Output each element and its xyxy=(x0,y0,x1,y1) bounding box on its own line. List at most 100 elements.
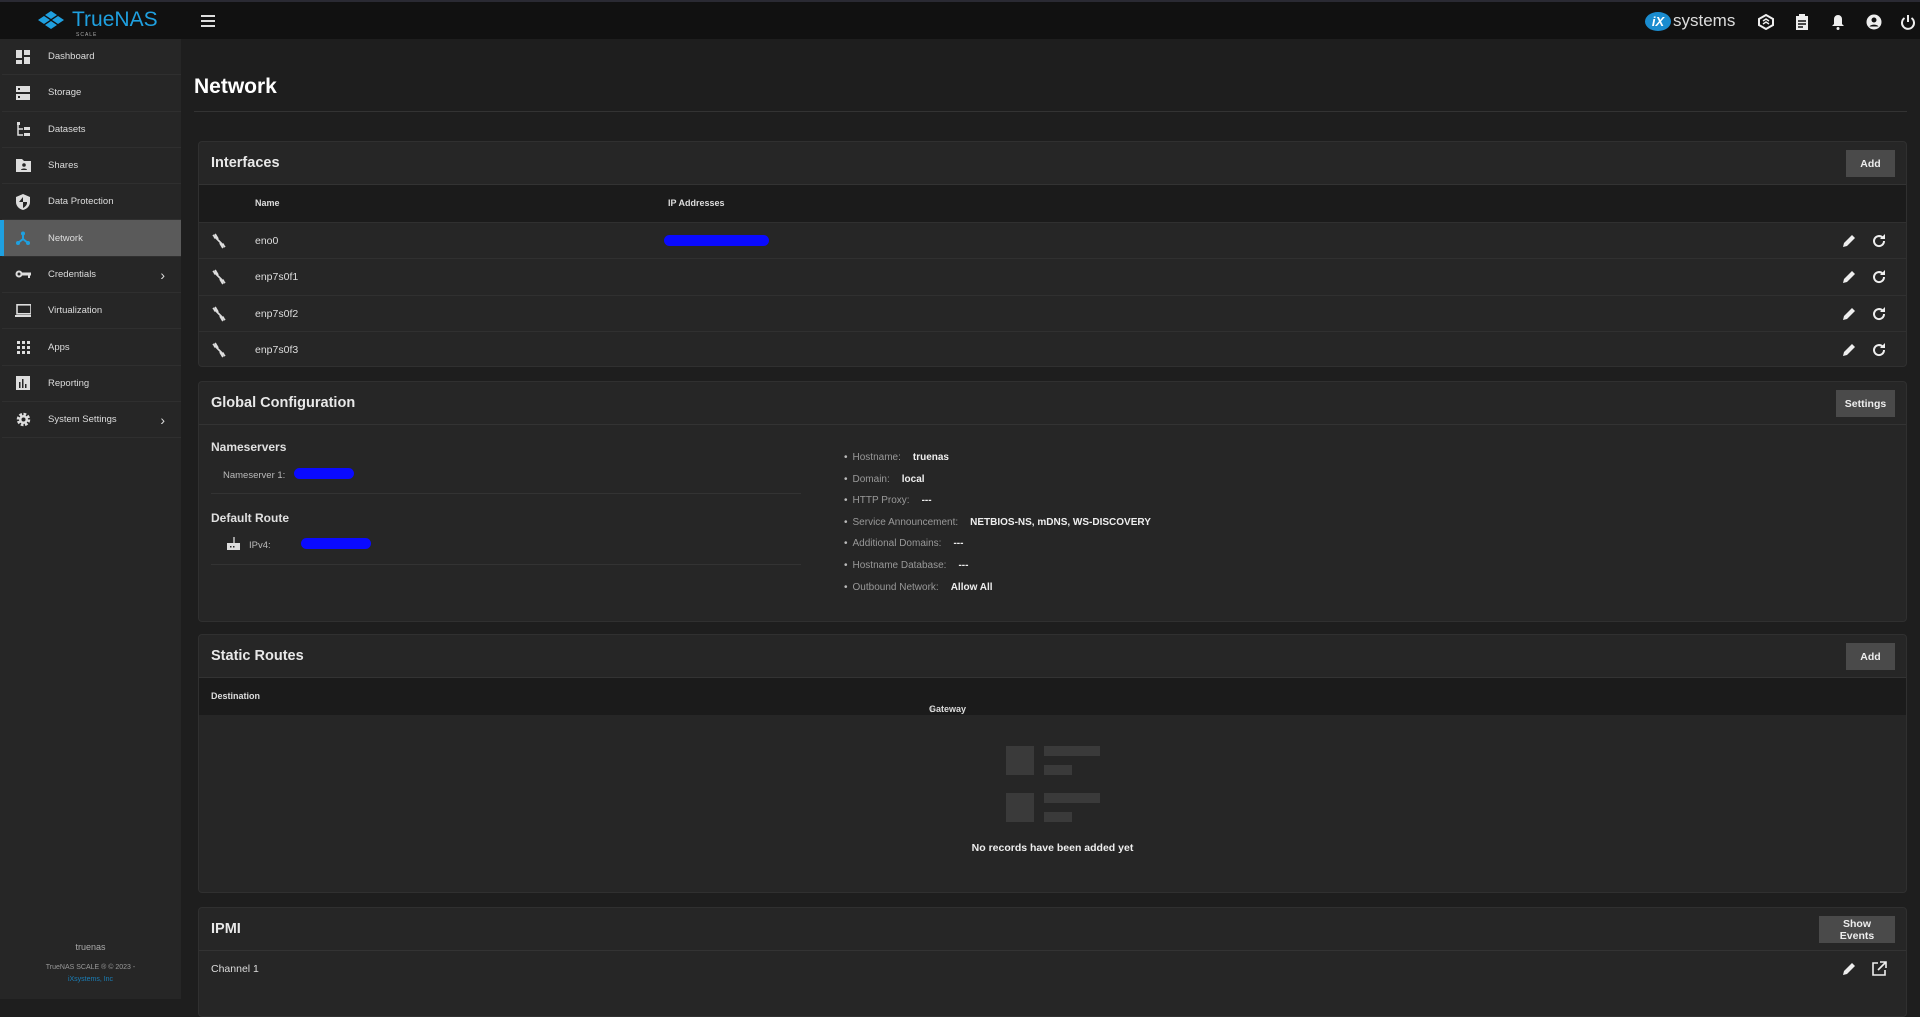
edit-pencil-icon[interactable] xyxy=(1841,269,1857,285)
menu-toggle-icon[interactable] xyxy=(201,15,215,27)
sidebar-item-label: Dashboard xyxy=(48,51,95,63)
table-row: enp7s0f2 xyxy=(199,294,1906,331)
apps-grid-icon xyxy=(15,339,31,355)
detail-key: Additional Domains: xyxy=(844,538,942,549)
chevron-right-icon: › xyxy=(160,411,165,428)
static-routes-card: Static Routes Add Destination Gateway ↓ … xyxy=(198,634,1907,893)
sidebar-copyright: TrueNAS SCALE ® © 2023 - xyxy=(45,964,136,971)
sidebar-item-credentials[interactable]: Credentials › xyxy=(2,257,181,294)
ipmi-card: IPMI Show Events Channel 1 xyxy=(198,907,1907,1017)
global-configuration-card: Global Configuration Settings Nameserver… xyxy=(198,381,1907,622)
interface-name: eno0 xyxy=(255,235,279,247)
sidebar-item-label: Apps xyxy=(48,341,70,353)
column-name[interactable]: Name xyxy=(255,198,280,208)
router-icon xyxy=(227,537,240,550)
config-detail-item: HTTP Proxy: --- xyxy=(844,495,932,506)
refresh-icon[interactable] xyxy=(1871,269,1887,285)
ipmi-title: IPMI xyxy=(211,921,241,937)
sidebar-item-virtualization[interactable]: Virtualization xyxy=(2,293,181,330)
edit-pencil-icon[interactable] xyxy=(1841,961,1857,977)
table-row: eno0 xyxy=(199,222,1906,258)
open-external-icon[interactable] xyxy=(1871,961,1887,977)
table-row: enp7s0f1 xyxy=(199,258,1906,294)
sidebar-item-label: Virtualization xyxy=(48,305,103,317)
gear-icon xyxy=(15,412,31,428)
link-off-icon xyxy=(212,269,226,285)
link-off-icon xyxy=(212,233,226,249)
sidebar-item-storage[interactable]: Storage xyxy=(2,75,181,112)
table-row: enp7s0f3 xyxy=(199,330,1906,366)
detail-value: Allow All xyxy=(950,581,993,593)
config-detail-item: Hostname Database: --- xyxy=(844,560,969,571)
config-detail-item: Domain: local xyxy=(844,474,925,485)
page-title: Network xyxy=(194,75,277,98)
gateway-label: Gateway xyxy=(929,704,967,714)
column-destination[interactable]: Destination xyxy=(211,691,260,701)
truecommand-icon[interactable] xyxy=(1756,12,1776,32)
sidebar-item-label: Network xyxy=(48,232,83,244)
link-off-icon xyxy=(212,342,226,358)
sidebar-item-shares[interactable]: Shares xyxy=(2,148,181,185)
title-divider xyxy=(194,111,1907,112)
ixsystems-link[interactable]: iXsystems, Inc xyxy=(0,976,181,983)
storage-icon xyxy=(15,85,31,101)
power-icon[interactable] xyxy=(1898,12,1918,32)
sidebar-item-apps[interactable]: Apps xyxy=(2,329,181,366)
refresh-icon[interactable] xyxy=(1871,233,1887,249)
sidebar-item-label: Data Protection xyxy=(48,196,114,208)
brand-name: TrueNAS xyxy=(72,8,158,31)
sidebar-item-label: Reporting xyxy=(48,377,90,389)
interfaces-table-header: Name IP Addresses xyxy=(199,185,1906,222)
sidebar-hostname: truenas xyxy=(75,942,106,952)
ipmi-channel-name: Channel 1 xyxy=(211,963,259,975)
interface-name: enp7s0f1 xyxy=(255,271,299,284)
account-circle-icon[interactable] xyxy=(1864,12,1884,32)
config-detail-item: Service Announcement: NETBIOS-NS, mDNS, W… xyxy=(844,517,1151,528)
refresh-icon[interactable] xyxy=(1871,306,1887,322)
settings-button[interactable]: Settings xyxy=(1836,390,1895,417)
config-detail-item: Hostname: truenas xyxy=(844,452,949,463)
sidebar-item-data-protection[interactable]: Data Protection xyxy=(2,184,181,221)
ipv4-label: IPv4: xyxy=(249,540,271,551)
add-interface-button[interactable]: Add xyxy=(1846,150,1895,177)
bell-icon[interactable] xyxy=(1828,12,1848,32)
shares-icon xyxy=(15,158,31,174)
sidebar-item-label: Datasets xyxy=(48,123,86,135)
detail-key: Service Announcement: xyxy=(844,517,959,528)
dashboard-icon xyxy=(15,49,31,65)
detail-value: NETBIOS-NS, mDNS, WS-DISCOVERY xyxy=(970,516,1151,528)
redacted-nameserver xyxy=(294,468,354,479)
refresh-icon[interactable] xyxy=(1871,342,1887,358)
redacted-ipv4 xyxy=(301,538,371,549)
sidebar-item-network[interactable]: Network xyxy=(0,220,181,257)
show-events-button[interactable]: Show Events xyxy=(1819,916,1895,943)
sidebar-item-reporting[interactable]: Reporting xyxy=(2,366,181,402)
config-detail-item: Additional Domains: --- xyxy=(844,538,964,550)
chevron-right-icon: › xyxy=(160,266,165,283)
divider xyxy=(211,564,801,565)
truenas-logo[interactable]: TrueNAS SCALE xyxy=(36,8,158,38)
add-static-route-button[interactable]: Add xyxy=(1846,643,1895,670)
column-ip-addresses[interactable]: IP Addresses xyxy=(668,198,725,208)
static-routes-title: Static Routes xyxy=(211,648,304,664)
sidebar-item-label: Shares xyxy=(48,160,79,172)
sidebar-item-label: Storage xyxy=(48,87,82,99)
sort-arrow-icon: ↓ xyxy=(929,704,934,714)
divider xyxy=(211,493,801,494)
edit-pencil-icon[interactable] xyxy=(1841,306,1857,322)
interfaces-title: Interfaces xyxy=(211,155,280,171)
sidebar-item-system-settings[interactable]: System Settings › xyxy=(2,402,181,439)
ixsystems-logo[interactable]: iX systems xyxy=(1645,11,1735,31)
ix-badge: iX xyxy=(1645,11,1671,31)
edit-pencil-icon[interactable] xyxy=(1841,342,1857,358)
table-row: Channel 1 xyxy=(199,951,1906,987)
detail-value: truenas xyxy=(912,452,949,463)
detail-key: Hostname Database: xyxy=(844,560,947,571)
edit-pencil-icon[interactable] xyxy=(1841,233,1857,249)
jobs-clipboard-icon[interactable] xyxy=(1792,12,1812,32)
detail-value: --- xyxy=(953,538,964,550)
sidebar-item-dashboard[interactable]: Dashboard xyxy=(2,39,181,76)
sidebar-item-datasets[interactable]: Datasets xyxy=(2,112,181,148)
nameserver-1-label: Nameserver 1: xyxy=(223,470,286,481)
key-icon xyxy=(15,266,31,282)
